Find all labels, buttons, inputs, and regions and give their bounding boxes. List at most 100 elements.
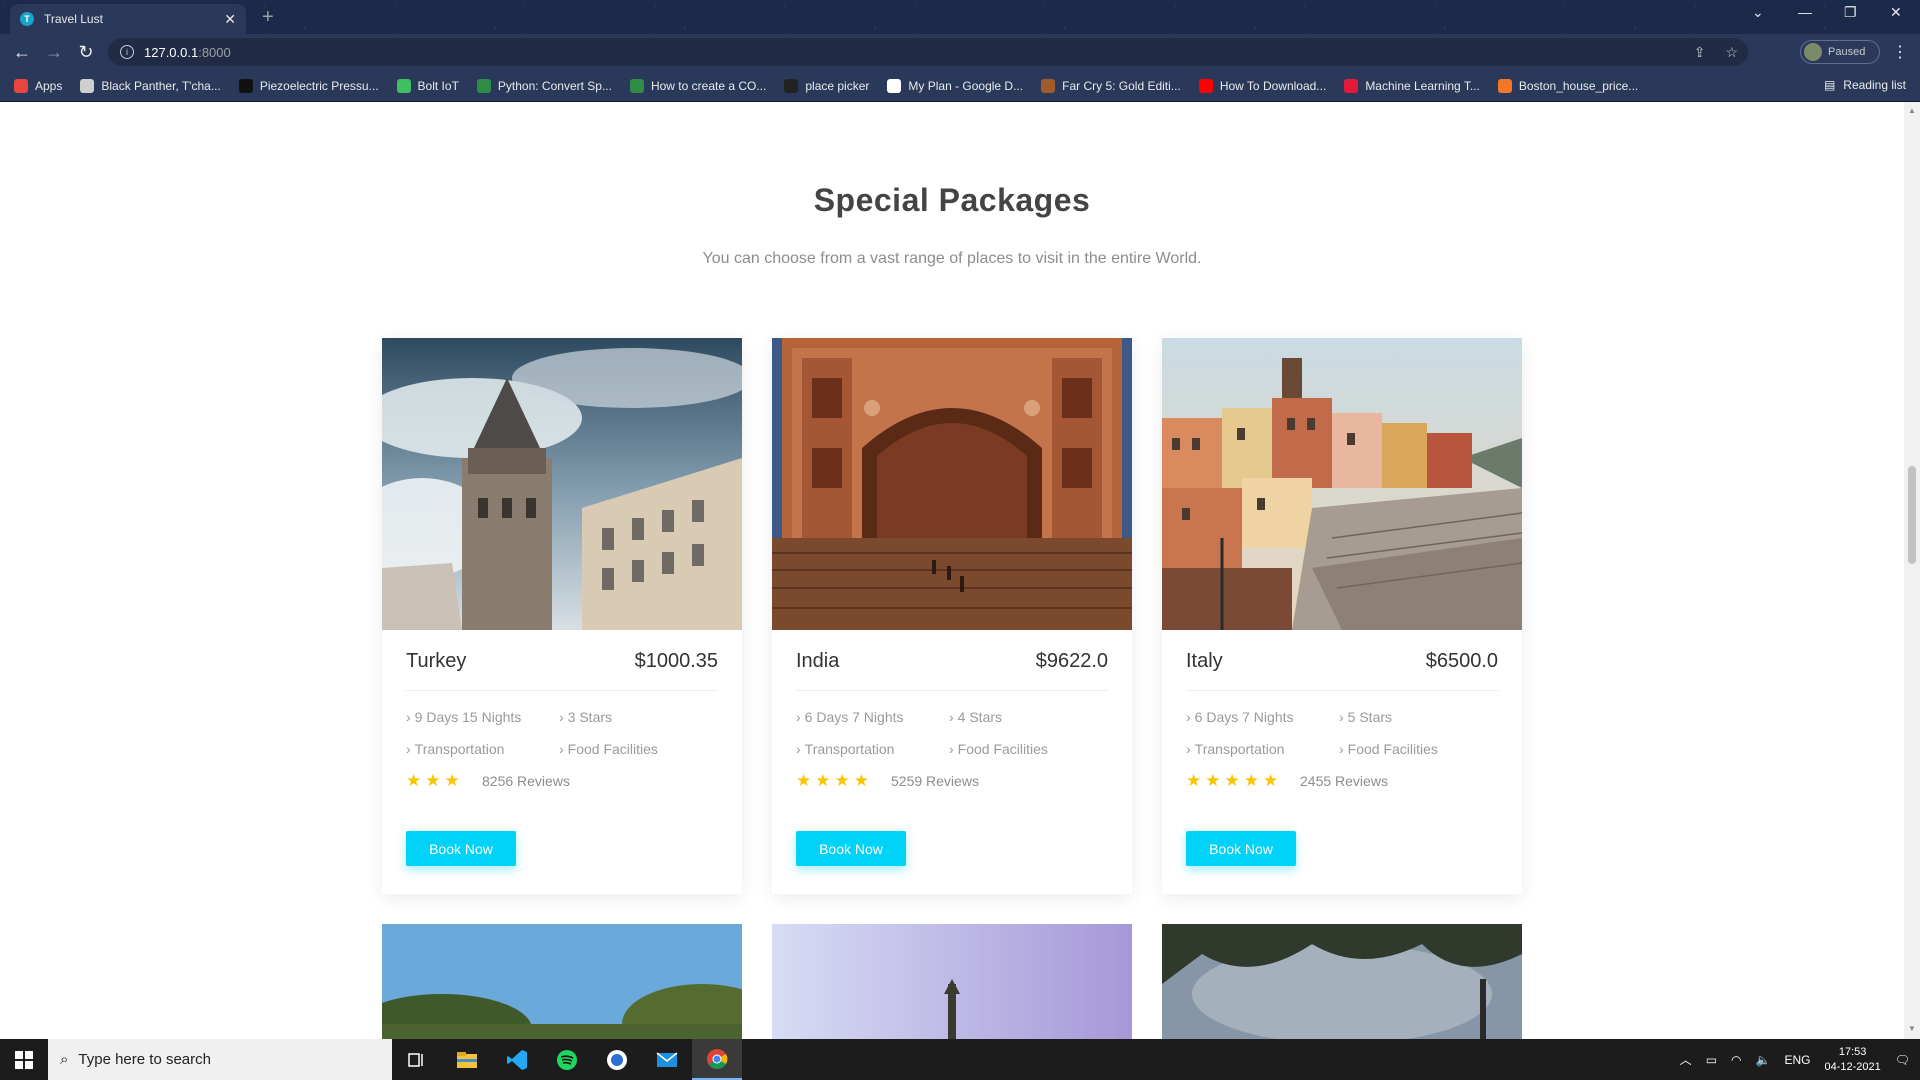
package-price: $1000.35 [634,649,718,672]
start-button[interactable] [0,1039,48,1080]
profile-button[interactable]: Paused [1800,40,1880,64]
bookmarks-bar: Apps Black Panther, T'cha... Piezoelectric… [0,70,1920,102]
bookmark-item[interactable]: My Plan - Google D... [887,78,1023,93]
star-rating-icons: ★★★★ [796,771,873,790]
youtube-icon [1198,78,1213,93]
tab-title: Travel Lust [44,12,103,26]
notifications-icon[interactable]: 🗨 [1895,1053,1910,1067]
spotify-icon[interactable] [542,1039,592,1080]
tab-close-icon[interactable]: ✕ [224,11,236,28]
card-divider [406,690,718,691]
windows-logo-icon [15,1050,33,1069]
package-reviews: 8256 Reviews [482,773,570,789]
star-rating-icons: ★★★ [406,771,464,790]
bookmark-item[interactable]: How to create a CO... [629,78,767,93]
tab-travel-lust[interactable]: T Travel Lust ✕ [10,4,246,34]
bookmark-item[interactable]: Machine Learning T... [1344,78,1480,93]
package-image-india [772,338,1132,630]
book-now-button[interactable]: Book Now [406,831,516,866]
browser-titlebar: T Travel Lust ✕ + ⌄ — ❐ ✕ [0,0,1920,34]
url-port: :8000 [198,44,231,60]
scroll-thumb[interactable] [1908,466,1916,564]
back-arrow-icon[interactable]: ← [6,42,38,63]
tab-search-chevron-icon[interactable]: ⌄ [1752,4,1764,21]
browser-toolbar: ← → ↻ i 127.0.0.1:8000 ⇪ ☆ Paused ⋮ [0,34,1920,70]
site-info-icon[interactable]: i [120,45,134,59]
bookmark-star-icon[interactable]: ☆ [1725,44,1738,61]
forward-arrow-icon[interactable]: → [38,42,70,63]
star-rating-icons: ★★★★★ [1186,771,1283,790]
volume-icon[interactable]: 🔈 [1756,1053,1771,1067]
search-icon: ⌕ [60,1051,69,1068]
section-title: Special Packages [813,182,1091,218]
show-hidden-icons-chevron-icon[interactable]: ︿ [1680,1051,1692,1068]
card-divider [796,690,1108,691]
package-food: Food Facilities [949,741,1108,757]
package-reviews: 5259 Reviews [891,773,979,789]
page-scrollbar[interactable]: ▲ ▼ [1904,102,1920,1039]
black-panther-icon [80,78,95,93]
bookmark-item[interactable]: Boston_house_price... [1497,78,1638,93]
package-food: Food Facilities [559,741,718,757]
package-image-row2-2 [772,924,1132,1039]
package-image-row2-1 [382,924,742,1039]
address-bar[interactable]: i 127.0.0.1:8000 ⇪ ☆ [108,38,1748,66]
share-icon[interactable]: ⇪ [1694,44,1706,61]
reload-icon[interactable]: ↻ [70,42,102,63]
restore-icon[interactable]: ❐ [1844,4,1857,21]
avatar [1804,43,1822,61]
taskbar-search-input[interactable]: ⌕ Type here to search [48,1039,392,1080]
package-country: Italy [1186,649,1223,672]
reading-list-button[interactable]: ▤ Reading list [1824,78,1906,92]
file-explorer-icon[interactable] [442,1039,492,1080]
bookmark-item[interactable]: place picker [784,78,869,93]
bookmark-item[interactable]: Apps [14,78,62,93]
package-food: Food Facilities [1339,741,1498,757]
package-transport: Transportation [1186,741,1339,757]
geeks-icon [476,78,491,93]
package-rating: ★★★ 8256 Reviews [406,771,718,791]
reading-list-label: Reading list [1843,78,1906,92]
package-duration: 9 Days 15 Nights [406,709,559,725]
farcry-icon [1041,78,1056,93]
bookmark-item[interactable]: Far Cry 5: Gold Editi... [1041,78,1181,93]
scroll-down-arrow-icon[interactable]: ▼ [1908,1024,1916,1033]
package-transport: Transportation [796,741,949,757]
book-now-button[interactable]: Book Now [1186,831,1296,866]
package-card-india: India $9622.0 6 Days 7 Nights 4 Stars Tr… [772,338,1132,894]
package-price: $9622.0 [1035,649,1108,672]
chat-app-icon[interactable] [592,1039,642,1080]
mail-icon[interactable] [642,1039,692,1080]
bookmark-item[interactable]: Piezoelectric Pressu... [238,78,379,93]
battery-icon[interactable]: ▭ [1706,1053,1717,1067]
package-card-turkey: Turkey $1000.35 9 Days 15 Nights 3 Stars… [382,338,742,894]
browser-menu-icon[interactable]: ⋮ [1892,42,1908,62]
bookmark-item[interactable]: Bolt IoT [396,78,459,93]
package-price: $6500.0 [1425,649,1498,672]
close-window-icon[interactable]: ✕ [1890,4,1902,21]
language-indicator[interactable]: ENG [1784,1053,1810,1067]
tesla-icon [1344,78,1359,93]
bookmark-item[interactable]: Python: Convert Sp... [476,78,612,93]
bookmark-label: How To Download... [1219,78,1327,93]
taskbar-clock[interactable]: 17:53 04-12-2021 [1824,1045,1880,1075]
package-image-row2-3 [1162,924,1522,1039]
bolt-iot-icon [396,78,411,93]
minimize-icon[interactable]: — [1798,4,1812,20]
package-country: Turkey [406,649,467,672]
task-view-icon[interactable] [392,1039,442,1080]
package-rating: ★★★★★ 2455 Reviews [1186,771,1498,791]
book-now-button[interactable]: Book Now [796,831,906,866]
chrome-icon[interactable] [692,1039,742,1080]
wifi-icon[interactable]: ◠ [1731,1053,1741,1067]
bookmark-item[interactable]: Black Panther, T'cha... [80,78,221,93]
google-icon [887,78,902,93]
package-rating: ★★★★ 5259 Reviews [796,771,1108,791]
geeks-icon [629,78,644,93]
scroll-up-arrow-icon[interactable]: ▲ [1908,106,1916,115]
bookmark-item[interactable]: How To Download... [1198,78,1327,93]
package-duration: 6 Days 7 Nights [796,709,949,725]
new-tab-icon[interactable]: + [262,6,274,29]
bookmark-label: How to create a CO... [650,78,767,93]
vscode-icon[interactable] [492,1039,542,1080]
